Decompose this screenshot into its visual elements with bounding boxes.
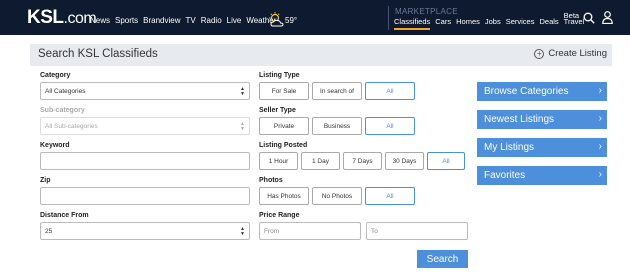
listing-type-label: Listing Type xyxy=(259,72,300,79)
posted-all[interactable]: All xyxy=(427,152,465,170)
newest-listings-button[interactable]: Newest Listings › xyxy=(477,110,607,129)
posted-30-days[interactable]: 30 Days xyxy=(385,152,424,170)
user-icon[interactable] xyxy=(602,11,613,24)
search-icon[interactable] xyxy=(583,12,595,24)
listing-posted-toggle: 1 Hour 1 Day 7 Days 30 Days All xyxy=(259,152,465,170)
photos-toggle: Has Photos No Photos All xyxy=(259,187,415,205)
keyword-input[interactable] xyxy=(40,152,250,170)
newest-listings-label: Newest Listings xyxy=(484,114,555,125)
select-arrows-icon: ▲ ▼ xyxy=(240,121,245,132)
distance-value: 25 xyxy=(45,227,53,235)
ksl-logo[interactable]: KSL.com xyxy=(27,7,97,29)
page-title: Search KSL Classifieds xyxy=(38,48,158,60)
nav-link-news[interactable]: News xyxy=(90,16,110,25)
beta-badge: Beta xyxy=(563,11,580,20)
browse-categories-label: Browse Categories xyxy=(484,86,569,97)
subcategory-select[interactable]: All Sub-categories ▲ ▼ xyxy=(40,117,250,135)
category-value: All Categories xyxy=(45,87,86,95)
marketplace-links: Classifieds Cars Homes Jobs Services Dea… xyxy=(394,11,594,30)
photos-no-photos[interactable]: No Photos xyxy=(312,187,362,205)
price-from-input[interactable] xyxy=(259,222,361,240)
search-header: Search KSL Classifieds + Create Listing xyxy=(30,44,612,66)
posted-1-day[interactable]: 1 Day xyxy=(301,152,340,170)
favorites-label: Favorites xyxy=(484,170,526,181)
posted-1-hour[interactable]: 1 Hour xyxy=(259,152,298,170)
nav-link-services[interactable]: Services xyxy=(506,17,535,30)
category-label: Category xyxy=(40,72,71,79)
price-range-label: Price Range xyxy=(259,212,300,219)
listing-type-all[interactable]: All xyxy=(365,82,415,100)
create-listing-link[interactable]: + Create Listing xyxy=(534,48,607,59)
nav-link-live[interactable]: Live xyxy=(227,16,242,25)
photos-all[interactable]: All xyxy=(365,187,415,205)
seller-type-business[interactable]: Business xyxy=(312,117,362,135)
listing-type-for-sale[interactable]: For Sale xyxy=(259,82,309,100)
nav-link-tv[interactable]: TV xyxy=(186,16,196,25)
seller-type-label: Seller Type xyxy=(259,107,296,114)
logo-main: KSL xyxy=(27,7,64,28)
nav-links: News Sports Brandview TV Radio Live Weat… xyxy=(90,16,281,25)
select-arrows-icon: ▲ ▼ xyxy=(240,86,245,97)
subcategory-label: Sub-category xyxy=(40,107,85,114)
photos-label: Photos xyxy=(259,177,283,184)
chevron-right-icon: › xyxy=(598,169,602,180)
nav-link-jobs[interactable]: Jobs xyxy=(485,17,501,30)
browse-categories-button[interactable]: Browse Categories › xyxy=(477,82,607,101)
top-nav: KSL.com News Sports Brandview TV Radio L… xyxy=(0,0,630,35)
distance-label: Distance From xyxy=(40,212,89,219)
my-listings-button[interactable]: My Listings › xyxy=(477,138,607,157)
favorites-button[interactable]: Favorites › xyxy=(477,166,607,185)
listing-type-toggle: For Sale In search of All xyxy=(259,82,415,100)
marketplace-label: MARKETPLACE xyxy=(395,7,458,16)
keyword-label: Keyword xyxy=(40,142,70,149)
seller-type-private[interactable]: Private xyxy=(259,117,309,135)
weather-partly-cloudy-icon[interactable] xyxy=(267,12,287,28)
seller-type-toggle: Private Business All xyxy=(259,117,415,135)
zip-label: Zip xyxy=(40,177,51,184)
plus-circle-icon: + xyxy=(534,48,545,59)
seller-type-all[interactable]: All xyxy=(365,117,415,135)
nav-link-brandview[interactable]: Brandview xyxy=(143,16,180,25)
chevron-right-icon: › xyxy=(598,85,602,96)
nav-link-classifieds[interactable]: Classifieds xyxy=(394,17,431,30)
search-button[interactable]: Search xyxy=(417,250,468,268)
create-listing-label: Create Listing xyxy=(548,48,607,59)
temperature: 59° xyxy=(285,16,298,25)
posted-7-days[interactable]: 7 Days xyxy=(343,152,382,170)
chevron-right-icon: › xyxy=(598,141,602,152)
distance-select[interactable]: 25 ▲ ▼ xyxy=(40,222,250,240)
my-listings-label: My Listings xyxy=(484,142,535,153)
listing-posted-label: Listing Posted xyxy=(259,142,308,149)
nav-link-cars[interactable]: Cars xyxy=(435,17,451,30)
listing-type-in-search-of[interactable]: In search of xyxy=(312,82,362,100)
nav-link-homes[interactable]: Homes xyxy=(456,17,480,30)
nav-link-radio[interactable]: Radio xyxy=(201,16,222,25)
subcategory-value: All Sub-categories xyxy=(45,122,98,130)
price-to-input[interactable] xyxy=(366,222,468,240)
nav-link-deals[interactable]: Deals xyxy=(539,17,558,30)
nav-divider xyxy=(388,6,389,30)
nav-link-sports[interactable]: Sports xyxy=(115,16,138,25)
zip-input[interactable] xyxy=(40,187,250,205)
photos-has-photos[interactable]: Has Photos xyxy=(259,187,309,205)
select-arrows-icon: ▲ ▼ xyxy=(240,226,245,237)
category-select[interactable]: All Categories ▲ ▼ xyxy=(40,82,250,100)
chevron-right-icon: › xyxy=(598,113,602,124)
